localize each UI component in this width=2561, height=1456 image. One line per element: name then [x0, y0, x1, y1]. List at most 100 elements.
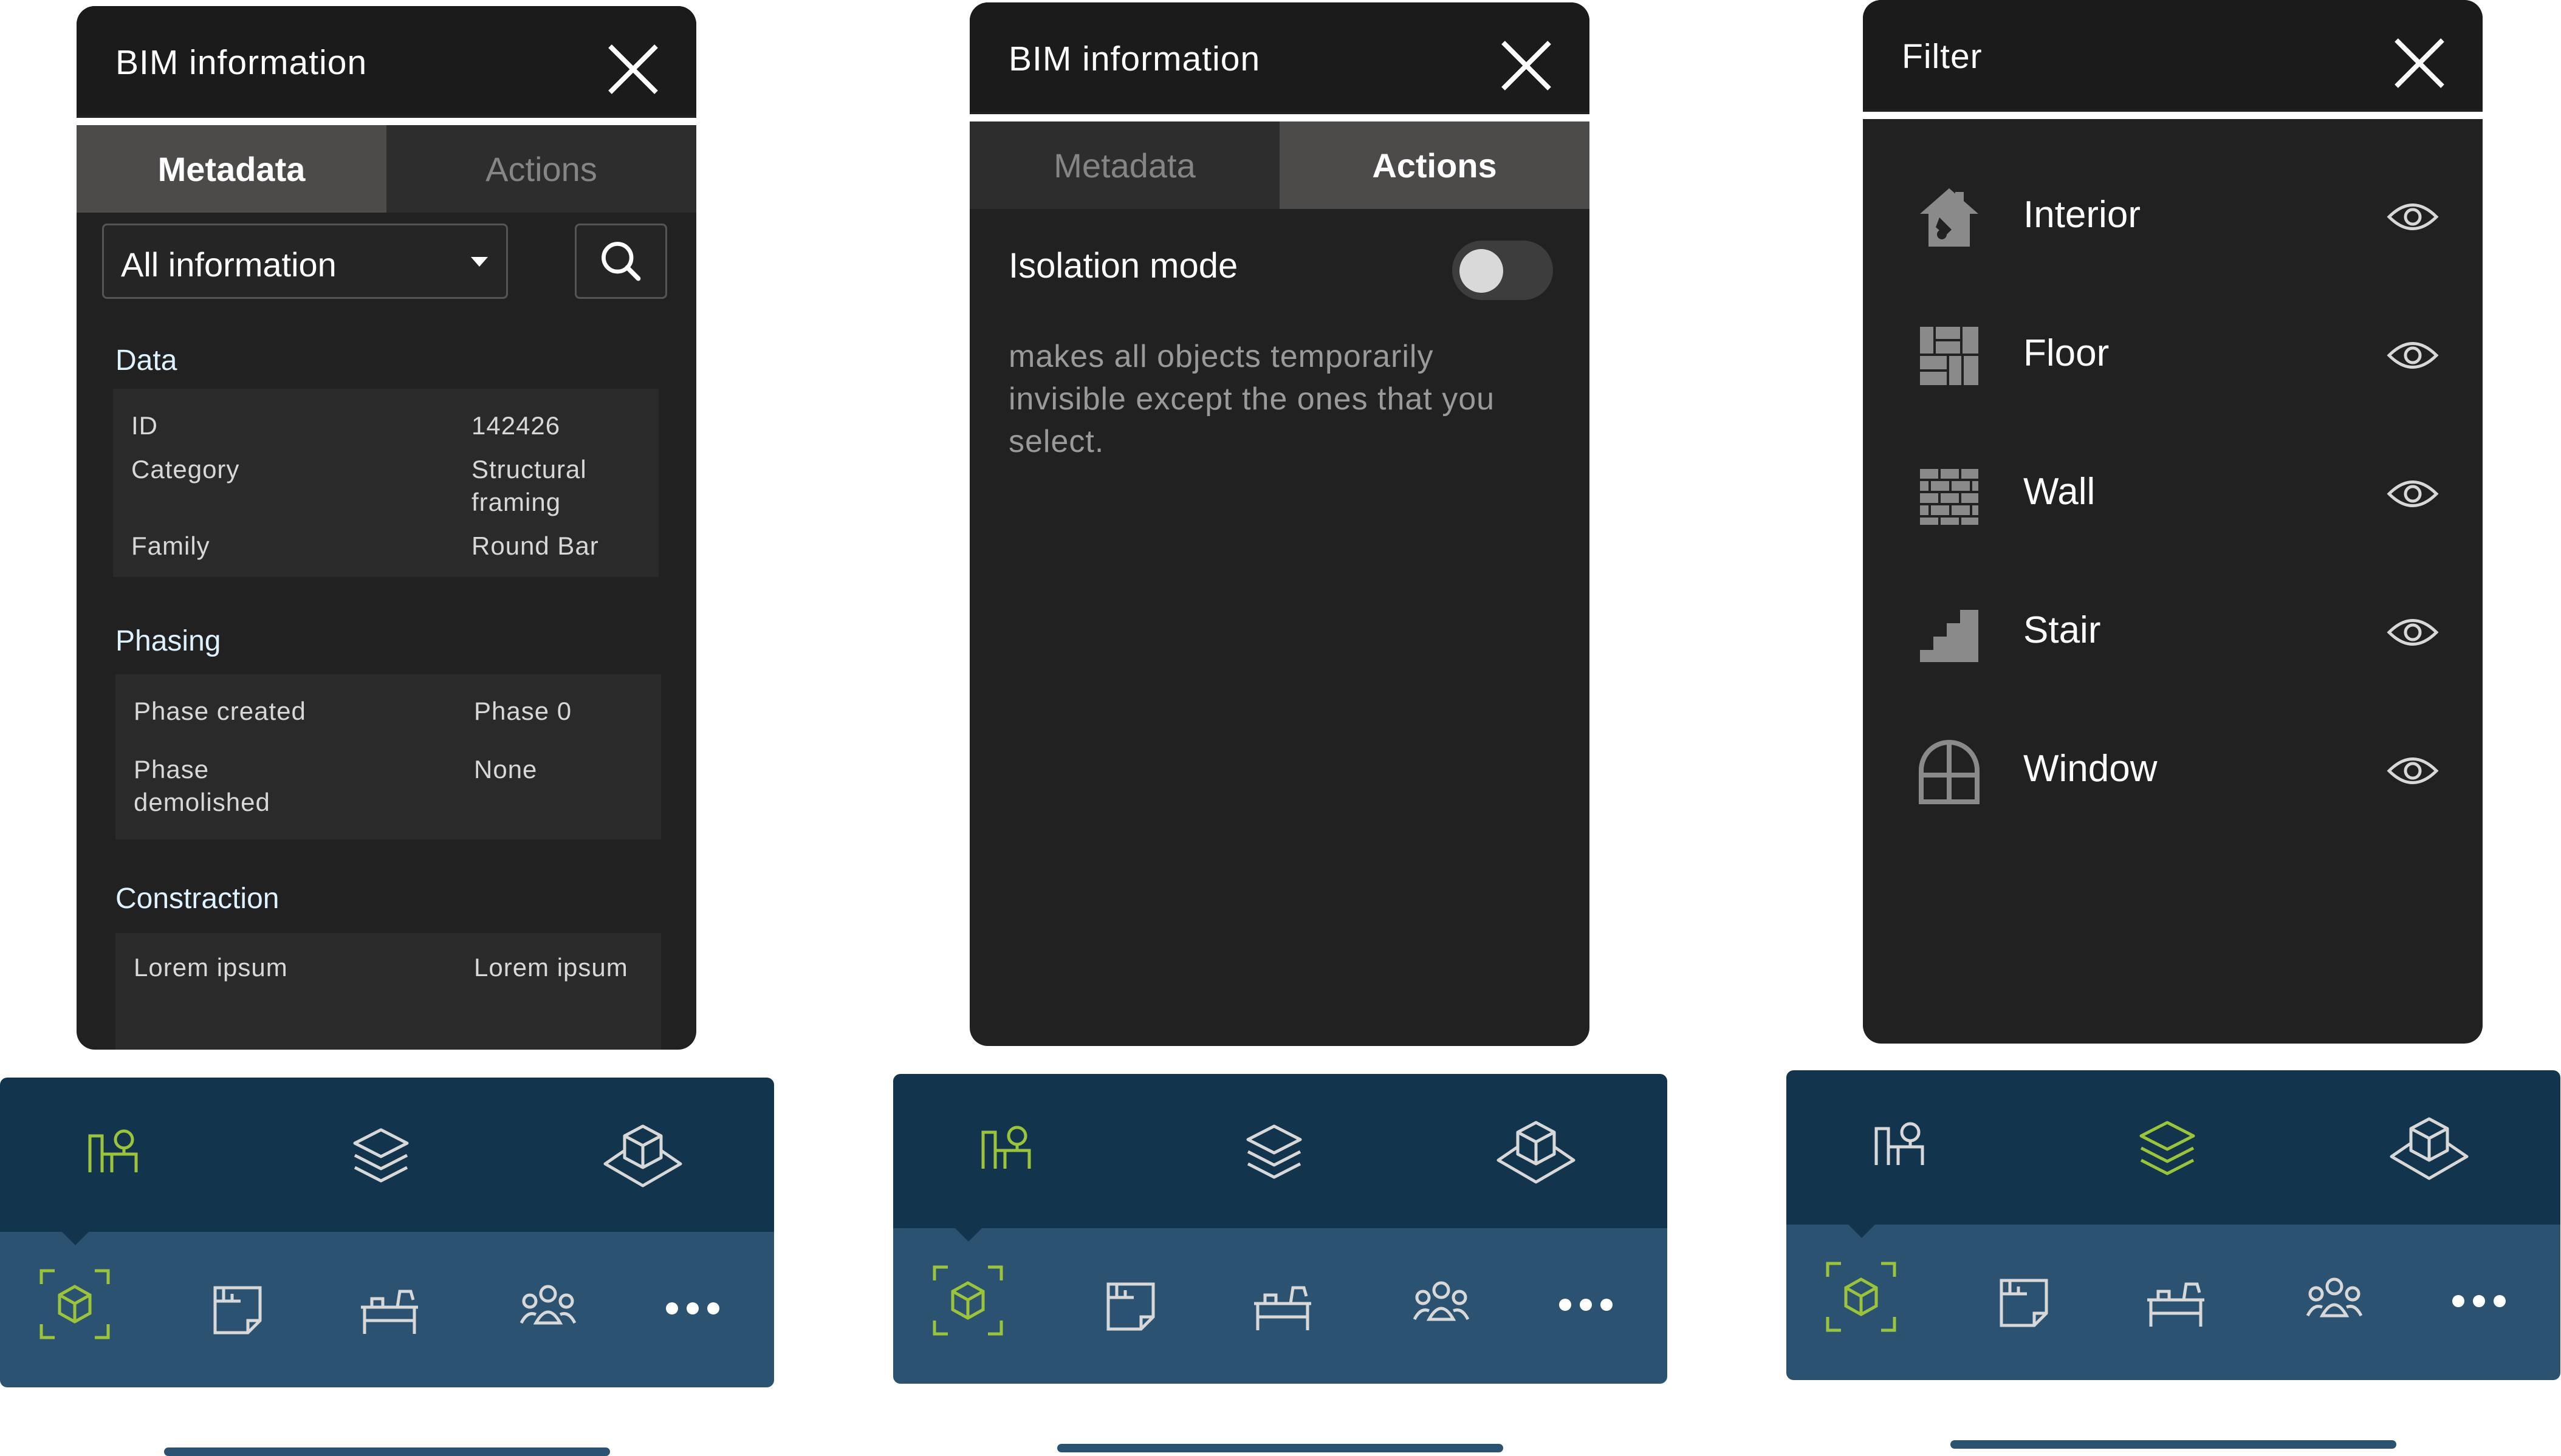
- more-icon[interactable]: [1555, 1293, 1616, 1317]
- row-key-lorem: Lorem ipsum: [134, 953, 288, 982]
- nav-bottom-bar: [1786, 1225, 2560, 1380]
- bim-info-panel: BIM information Metadata Actions All inf…: [77, 6, 696, 1050]
- nav-bottom-bar: [893, 1228, 1667, 1384]
- filter-label-stair: Stair: [2023, 609, 2101, 651]
- more-icon[interactable]: [2449, 1289, 2509, 1313]
- 3d-view-icon[interactable]: [932, 1265, 1004, 1336]
- header-divider: [970, 114, 1589, 121]
- layers-icon[interactable]: [1241, 1119, 1308, 1186]
- team-icon[interactable]: [1412, 1279, 1470, 1328]
- dropdown-value: All information: [121, 245, 337, 284]
- close-icon[interactable]: [1496, 35, 1557, 96]
- panel-header: BIM information: [970, 2, 1589, 112]
- desk-icon[interactable]: [2142, 1271, 2209, 1331]
- info-filter-dropdown[interactable]: All information: [102, 224, 508, 299]
- 3d-view-icon[interactable]: [39, 1268, 111, 1340]
- search-icon: [602, 242, 641, 281]
- tab-actions[interactable]: Actions: [386, 125, 696, 213]
- nav-top-bar: [1786, 1070, 2560, 1225]
- filter-row-wall[interactable]: Wall: [1863, 442, 2483, 539]
- eye-icon[interactable]: [2385, 334, 2440, 377]
- nav-top-bar: [893, 1074, 1667, 1228]
- blueprint-icon[interactable]: [210, 1283, 265, 1338]
- section-title-construction: Constraction: [115, 883, 279, 915]
- tab-bar: Metadata Actions: [77, 125, 696, 213]
- screen-bim-metadata: BIM information Metadata Actions All inf…: [0, 0, 774, 1456]
- blueprint-icon[interactable]: [1997, 1276, 2051, 1330]
- nav-top-bar: [0, 1078, 774, 1232]
- layers-icon[interactable]: [348, 1123, 414, 1189]
- isolation-mode-label: Isolation mode: [1009, 246, 1238, 285]
- filter-row-stair[interactable]: Stair: [1863, 581, 2483, 678]
- eye-icon[interactable]: [2385, 196, 2440, 238]
- row-key-family: Family: [131, 531, 210, 560]
- filter-label-wall: Wall: [2023, 471, 2096, 513]
- bottom-navigation: [1786, 1070, 2560, 1380]
- close-icon[interactable]: [603, 39, 663, 100]
- row-key-phase-created: Phase created: [134, 697, 306, 725]
- filter-row-window[interactable]: Window: [1863, 719, 2483, 816]
- 3d-model-icon[interactable]: [2387, 1113, 2472, 1186]
- section-title-phasing: Phasing: [115, 625, 221, 657]
- row-value-category: Structural framing: [471, 455, 587, 516]
- filter-label-interior: Interior: [2023, 194, 2141, 236]
- tab-actions[interactable]: Actions: [1280, 121, 1589, 209]
- panel-header: BIM information: [77, 6, 696, 115]
- search-button[interactable]: [575, 224, 667, 299]
- team-icon[interactable]: [519, 1283, 577, 1331]
- section-title-data: Data: [115, 344, 177, 377]
- nav-active-pointer: [62, 1232, 89, 1245]
- panel-title: BIM information: [115, 43, 368, 82]
- chevron-down-icon: [471, 257, 488, 267]
- header-divider: [1863, 112, 2483, 119]
- 3d-view-icon[interactable]: [1825, 1261, 1897, 1333]
- panel-title: BIM information: [1009, 39, 1261, 78]
- tab-bar: Metadata Actions: [970, 121, 1589, 209]
- filter-row-floor[interactable]: Floor: [1863, 304, 2483, 401]
- nav-bottom-bar: [0, 1232, 774, 1387]
- desk-icon[interactable]: [1249, 1274, 1316, 1335]
- window-icon: [1919, 740, 1980, 804]
- team-icon[interactable]: [2305, 1276, 2364, 1324]
- bottom-navigation: [893, 1074, 1667, 1384]
- row-key-phase-demolished: Phase demolished: [134, 755, 270, 816]
- row-value-phase-created: Phase 0: [474, 697, 572, 725]
- isolation-mode-toggle[interactable]: [1452, 241, 1553, 300]
- bim-info-panel: BIM information Metadata Actions Isolati…: [970, 2, 1589, 1046]
- construction-card: Lorem ipsum Lorem ipsum: [115, 933, 661, 1050]
- bottom-navigation: [0, 1078, 774, 1387]
- phasing-card: Phase created Phase 0 Phase demolished N…: [115, 674, 661, 839]
- eye-icon[interactable]: [2385, 611, 2440, 654]
- layers-icon[interactable]: [2134, 1115, 2201, 1182]
- tab-metadata[interactable]: Metadata: [77, 125, 386, 213]
- floor-tiles-icon: [1920, 327, 1978, 385]
- header-divider: [77, 118, 696, 125]
- eye-icon[interactable]: [2385, 750, 2440, 792]
- close-icon[interactable]: [2389, 33, 2450, 94]
- panel-title: Filter: [1902, 37, 1983, 76]
- row-value-phase-demolished: None: [474, 755, 538, 784]
- site-plan-icon[interactable]: [975, 1120, 1041, 1181]
- screen-bim-actions: BIM information Metadata Actions Isolati…: [893, 0, 1667, 1456]
- brick-wall-icon: [1920, 469, 1978, 525]
- site-plan-icon[interactable]: [81, 1124, 148, 1184]
- filter-row-interior[interactable]: Interior: [1863, 165, 2483, 262]
- site-plan-icon[interactable]: [1868, 1116, 1935, 1177]
- isolation-mode-description: makes all objects temporarily invisible …: [1009, 339, 1495, 459]
- row-key-category: Category: [131, 455, 240, 484]
- eye-icon[interactable]: [2385, 473, 2440, 515]
- row-value-id: 142426: [471, 411, 561, 440]
- home-indicator[interactable]: [1057, 1444, 1503, 1452]
- home-indicator[interactable]: [1950, 1440, 2396, 1449]
- tab-metadata[interactable]: Metadata: [970, 121, 1280, 209]
- 3d-model-icon[interactable]: [1493, 1116, 1579, 1189]
- row-value-family: Round Bar: [471, 531, 599, 560]
- blueprint-icon[interactable]: [1103, 1279, 1158, 1334]
- 3d-model-icon[interactable]: [600, 1120, 685, 1193]
- filter-label-window: Window: [2023, 748, 2158, 790]
- desk-icon[interactable]: [356, 1278, 423, 1339]
- toggle-knob: [1459, 249, 1503, 293]
- home-indicator[interactable]: [164, 1447, 610, 1456]
- more-icon[interactable]: [662, 1296, 723, 1321]
- panel-header: Filter: [1863, 0, 2483, 109]
